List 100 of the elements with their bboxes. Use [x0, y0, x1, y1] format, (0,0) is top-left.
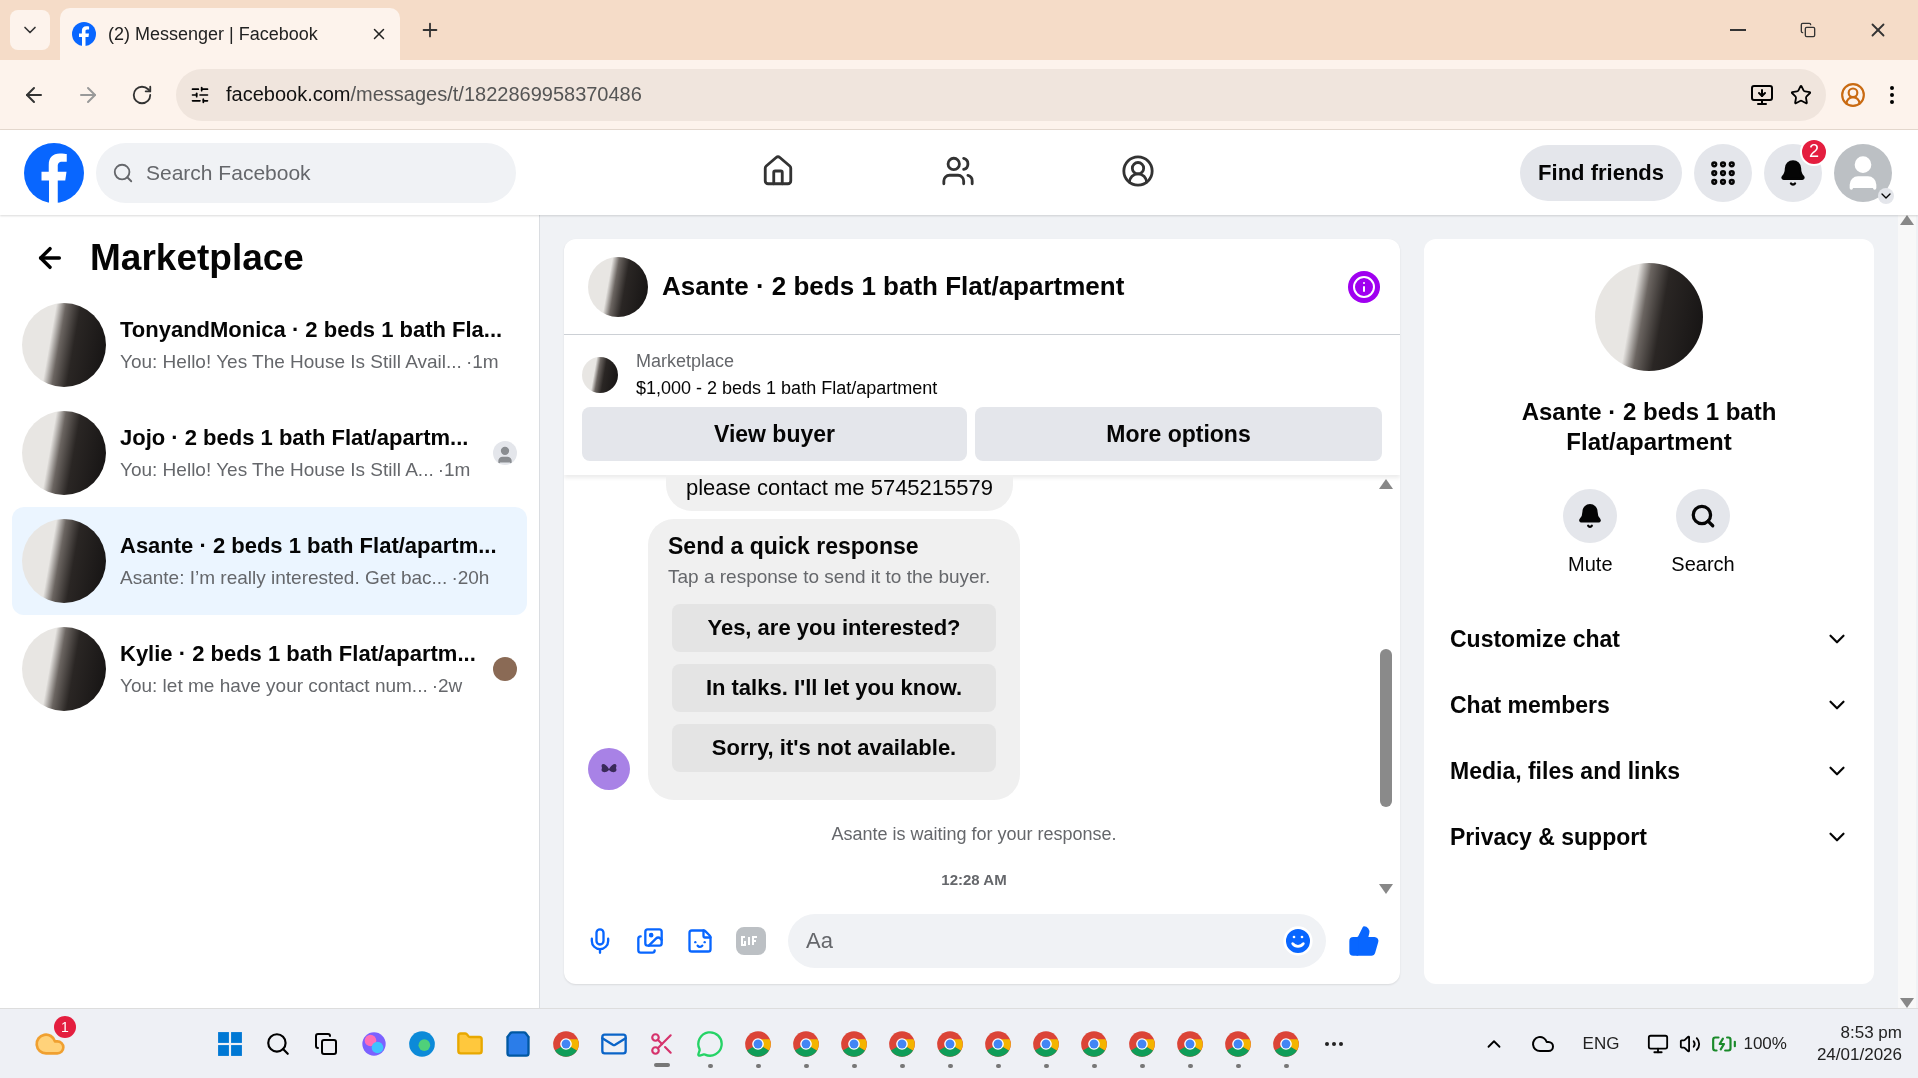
running-indicator [851, 1063, 857, 1068]
conversation-item[interactable]: Jojo · 2 beds 1 bath Flat/apartm... You: Hello! Yes The House Is Still A... ·1m [12, 399, 527, 507]
message-preview: You: let me have your contact num... [120, 675, 428, 697]
quick-response-subtitle: Tap a response to send it to the buyer. [668, 566, 992, 588]
conversation-title: TonyandMonica · 2 beds 1 bath Fla... [120, 317, 504, 343]
bell-icon [1577, 503, 1604, 529]
photos-icon[interactable] [636, 927, 664, 955]
quick-reply-button[interactable]: Sorry, it's not available. [672, 724, 996, 772]
details-section[interactable]: Chat members [1448, 672, 1850, 738]
listing-name: $1,000 - 2 beds 1 bath Flat/apartment [636, 378, 938, 399]
more-options-button[interactable]: More options [975, 407, 1382, 461]
chrome-icon [744, 1029, 772, 1058]
search-icon [112, 161, 134, 184]
clock-time[interactable]: 8:53 pm [1840, 1022, 1902, 1043]
details-section[interactable]: Privacy & support [1448, 804, 1850, 870]
weather-button[interactable]: 1 [22, 1013, 78, 1074]
battery-level: 100% [1743, 1033, 1787, 1054]
quick-reply-button[interactable]: In talks. I'll let you know. [672, 664, 996, 712]
details-section[interactable]: Media, files and links [1448, 738, 1850, 804]
message-time: ·2w [431, 675, 463, 697]
caret-icon [1878, 187, 1894, 204]
waiting-note: Asante is waiting for your response. [831, 824, 1117, 845]
running-indicator [803, 1063, 809, 1068]
address-bar[interactable]: facebook.com/messages/t/1822869958370486 [176, 68, 1826, 121]
conversation-title: Asante · 2 beds 1 bath Flat/apartm... [120, 533, 498, 559]
bag-icon [504, 1029, 532, 1058]
browser-tab[interactable]: (2) Messenger | Facebook [60, 8, 400, 60]
sidebar-title: Marketplace [90, 237, 304, 279]
running-indicator [1187, 1063, 1193, 1068]
photo-placeholder [582, 357, 618, 393]
message-time: ·1m [465, 351, 499, 373]
message-input[interactable]: Aa [788, 914, 1326, 968]
chrome-icon [1176, 1029, 1204, 1058]
facebook-logo-icon [72, 22, 96, 46]
install-icon[interactable] [1750, 82, 1774, 107]
quick-response-title: Send a quick response [668, 533, 920, 560]
message-preview: You: Hello! Yes The House Is Still A... [120, 459, 434, 481]
view-buyer-button[interactable]: View buyer [582, 407, 967, 461]
info-icon [1352, 274, 1376, 299]
listing-label: Marketplace [636, 351, 736, 372]
scroll-up-icon[interactable] [1379, 479, 1393, 489]
message-time: ·1m [437, 459, 471, 481]
task-view-icon [314, 1031, 338, 1056]
search-field[interactable]: Search Facebook [96, 142, 516, 203]
conversation-item[interactable]: Kylie · 2 beds 1 bath Flat/apartm... You: let me have your contact num... ·2w [12, 615, 527, 723]
more-icon [1325, 1041, 1343, 1046]
chrome-icon [984, 1029, 1012, 1058]
search-icon [1690, 503, 1716, 529]
chrome-icon [1224, 1029, 1252, 1058]
running-indicator [1283, 1063, 1289, 1068]
folder-icon [456, 1029, 484, 1058]
details-title: Asante · 2 beds 1 bath Flat/apartment [1520, 397, 1778, 457]
conversation-title: Jojo · 2 beds 1 bath Flat/apartm... [120, 425, 470, 451]
find-friends-button[interactable]: Find friends [1520, 144, 1682, 201]
windows-icon [217, 1030, 243, 1057]
butterfly-avatar-icon [588, 748, 630, 790]
search-placeholder: Search Facebook [146, 160, 311, 185]
facebook-logo-icon[interactable] [24, 142, 84, 203]
chat-title: Asante · 2 beds 1 bath Flat/apartment [662, 271, 1126, 302]
swirl-icon [360, 1029, 388, 1058]
profile-icon[interactable] [1840, 81, 1866, 108]
reload-icon [131, 83, 153, 106]
clock-date[interactable]: 24/01/2026 [1816, 1044, 1902, 1065]
scissors-icon [649, 1030, 675, 1057]
network-icon[interactable] [1647, 1032, 1670, 1055]
people-circle-icon [1121, 154, 1156, 188]
chrome-icon [1128, 1029, 1156, 1058]
sticker-icon[interactable] [686, 927, 714, 955]
minimize-icon [1730, 29, 1746, 31]
message-time: ·20h [451, 567, 490, 589]
message-bubble: please contact me 5745215579 [666, 475, 1013, 511]
bookmark-star-icon[interactable] [1790, 83, 1812, 106]
emoji-icon[interactable] [1282, 925, 1314, 957]
conversation-item[interactable]: TonyandMonica · 2 beds 1 bath Fla... You: Hello! Yes The House Is Still Avail... ·1m [12, 291, 527, 399]
info-button[interactable] [1348, 270, 1380, 303]
bell-icon [1779, 158, 1807, 187]
thumbs-up-icon[interactable] [1348, 925, 1380, 957]
quick-reply-button[interactable]: Yes, are you interested? [672, 604, 996, 652]
conversation-item[interactable]: Asante · 2 beds 1 bath Flat/apartm... Asante: I’m really interested. Get bac... ·20h [12, 507, 527, 615]
chrome-icon [936, 1029, 964, 1058]
language-indicator[interactable]: ENG [1582, 1033, 1620, 1054]
site-settings-icon[interactable] [190, 84, 210, 105]
running-indicator [755, 1063, 761, 1068]
message-preview: You: Hello! Yes The House Is Still Avail... [120, 351, 462, 373]
tab-title: (2) Messenger | Facebook [108, 23, 319, 45]
chrome-icon [792, 1029, 820, 1058]
friends-icon [941, 154, 976, 188]
details-section[interactable]: Customize chat [1448, 606, 1850, 672]
url-text: facebook.com/messages/t/1822869958370486 [226, 83, 643, 106]
scrollbar-thumb[interactable] [1380, 649, 1392, 807]
chrome-icon [888, 1029, 916, 1058]
conversation-title: Kylie · 2 beds 1 bath Flat/apartm... [120, 641, 477, 667]
chat-bubble-icon [696, 1029, 724, 1058]
scroll-down-icon[interactable] [1379, 884, 1393, 894]
chrome-icon [1272, 1029, 1300, 1058]
running-indicator [707, 1063, 713, 1068]
running-indicator [995, 1063, 1001, 1068]
running-indicator [899, 1063, 905, 1068]
search-icon [265, 1030, 291, 1057]
timestamp: 12:28 AM [941, 871, 1007, 888]
